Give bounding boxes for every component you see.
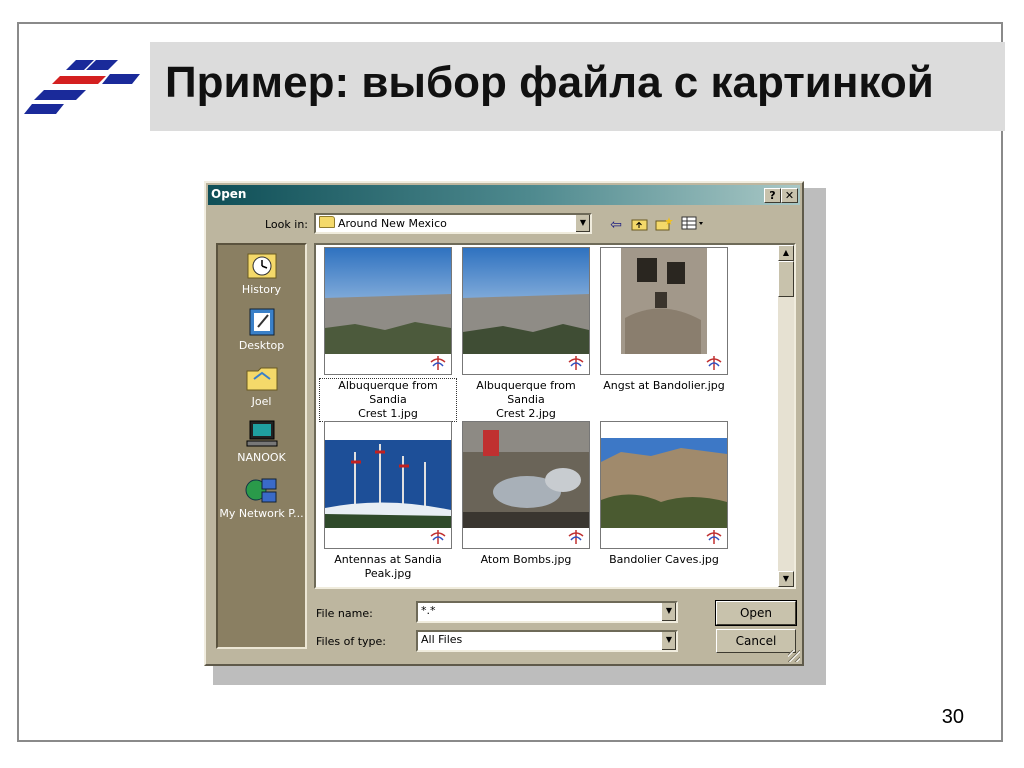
dialog-title: Open [211, 187, 247, 201]
file-list-view[interactable]: Albuquerque from Sandia Crest 1.jpg Albuq… [314, 243, 796, 589]
file-caption[interactable]: Angst at Bandolier.jpg [596, 379, 732, 393]
file-type-value: All Files [421, 633, 463, 646]
slide-title: Пример: выбор файла с картинкой [165, 58, 934, 107]
file-caption[interactable]: Bandolier Caves.jpg [596, 553, 732, 567]
places-item-history[interactable]: History [218, 251, 305, 296]
places-bar: History Desktop Joel NANOOK My Network P… [216, 243, 307, 649]
resize-grip[interactable] [788, 650, 800, 662]
file-type-arrow[interactable]: ▼ [661, 632, 676, 650]
user-folder-icon [246, 367, 277, 391]
image-badge-icon [568, 530, 584, 544]
scroll-thumb[interactable] [778, 261, 794, 297]
file-name-label: File name: [316, 607, 373, 620]
page-number: 30 [941, 706, 964, 728]
places-item-network[interactable]: My Network P... [218, 475, 305, 520]
image-badge-icon [706, 530, 722, 544]
folder-icon [319, 216, 335, 228]
desktop-icon [249, 308, 274, 336]
places-label: Desktop [238, 339, 285, 352]
places-label: History [241, 283, 282, 296]
new-folder-icon[interactable] [654, 216, 674, 234]
places-item-nanook[interactable]: NANOOK [218, 419, 305, 464]
thumbnail-image [601, 248, 727, 354]
file-name-input[interactable]: *.* ▼ [416, 601, 678, 623]
image-badge-icon [430, 530, 446, 544]
history-icon [247, 253, 276, 279]
image-badge-icon [706, 356, 722, 370]
up-folder-icon[interactable] [630, 216, 650, 234]
places-label: My Network P... [219, 507, 304, 520]
scroll-up-arrow[interactable]: ▲ [778, 245, 794, 261]
close-button[interactable]: ✕ [781, 188, 798, 203]
logo-icon [24, 60, 140, 114]
file-caption[interactable]: Albuquerque from Sandia Crest 2.jpg [458, 379, 594, 421]
file-name-arrow[interactable]: ▼ [661, 603, 676, 621]
thumbnail-image [325, 422, 451, 528]
image-badge-icon [430, 356, 446, 370]
look-in-arrow[interactable]: ▼ [575, 215, 590, 232]
dialog-titlebar[interactable]: Open ? ✕ [208, 185, 800, 205]
cancel-button[interactable]: Cancel [716, 629, 796, 653]
file-thumbnail[interactable] [324, 421, 452, 549]
file-thumbnail[interactable] [324, 247, 452, 375]
network-places-icon [245, 478, 276, 503]
file-thumbnail[interactable] [462, 247, 590, 375]
file-name-value: *.* [421, 604, 436, 617]
file-thumbnail[interactable] [462, 421, 590, 549]
thumbnail-image [463, 248, 589, 354]
thumbnail-image [325, 248, 451, 354]
computer-icon [246, 420, 277, 447]
file-caption[interactable]: Albuquerque from Sandia Crest 1.jpg [319, 378, 457, 422]
file-caption[interactable]: Antennas at Sandia Peak.jpg [320, 553, 456, 581]
scroll-down-arrow[interactable]: ▼ [778, 571, 794, 587]
places-label: Joel [251, 395, 272, 408]
file-thumbnail[interactable] [600, 247, 728, 375]
look-in-dropdown[interactable]: Around New Mexico ▼ [314, 213, 592, 234]
places-label: NANOOK [237, 451, 286, 464]
views-menu-icon[interactable] [680, 216, 706, 234]
file-caption[interactable]: Atom Bombs.jpg [458, 553, 594, 567]
open-button[interactable]: Open [715, 600, 797, 626]
vertical-scrollbar[interactable]: ▲ ▼ [778, 245, 794, 587]
help-button[interactable]: ? [764, 188, 781, 203]
thumbnail-image [601, 422, 727, 528]
look-in-label: Look in: [265, 218, 308, 231]
look-in-value: Around New Mexico [338, 217, 447, 230]
thumbnail-image [463, 422, 589, 528]
file-type-dropdown[interactable]: All Files ▼ [416, 630, 678, 652]
file-thumbnail[interactable] [600, 421, 728, 549]
file-type-label: Files of type: [316, 635, 387, 648]
image-badge-icon [568, 356, 584, 370]
back-arrow-icon[interactable]: ⇦ [606, 216, 626, 234]
places-item-desktop[interactable]: Desktop [218, 307, 305, 352]
places-item-joel[interactable]: Joel [218, 363, 305, 408]
open-dialog: Open ? ✕ Look in: Around New Mexico ▼ ⇦ … [204, 181, 804, 666]
